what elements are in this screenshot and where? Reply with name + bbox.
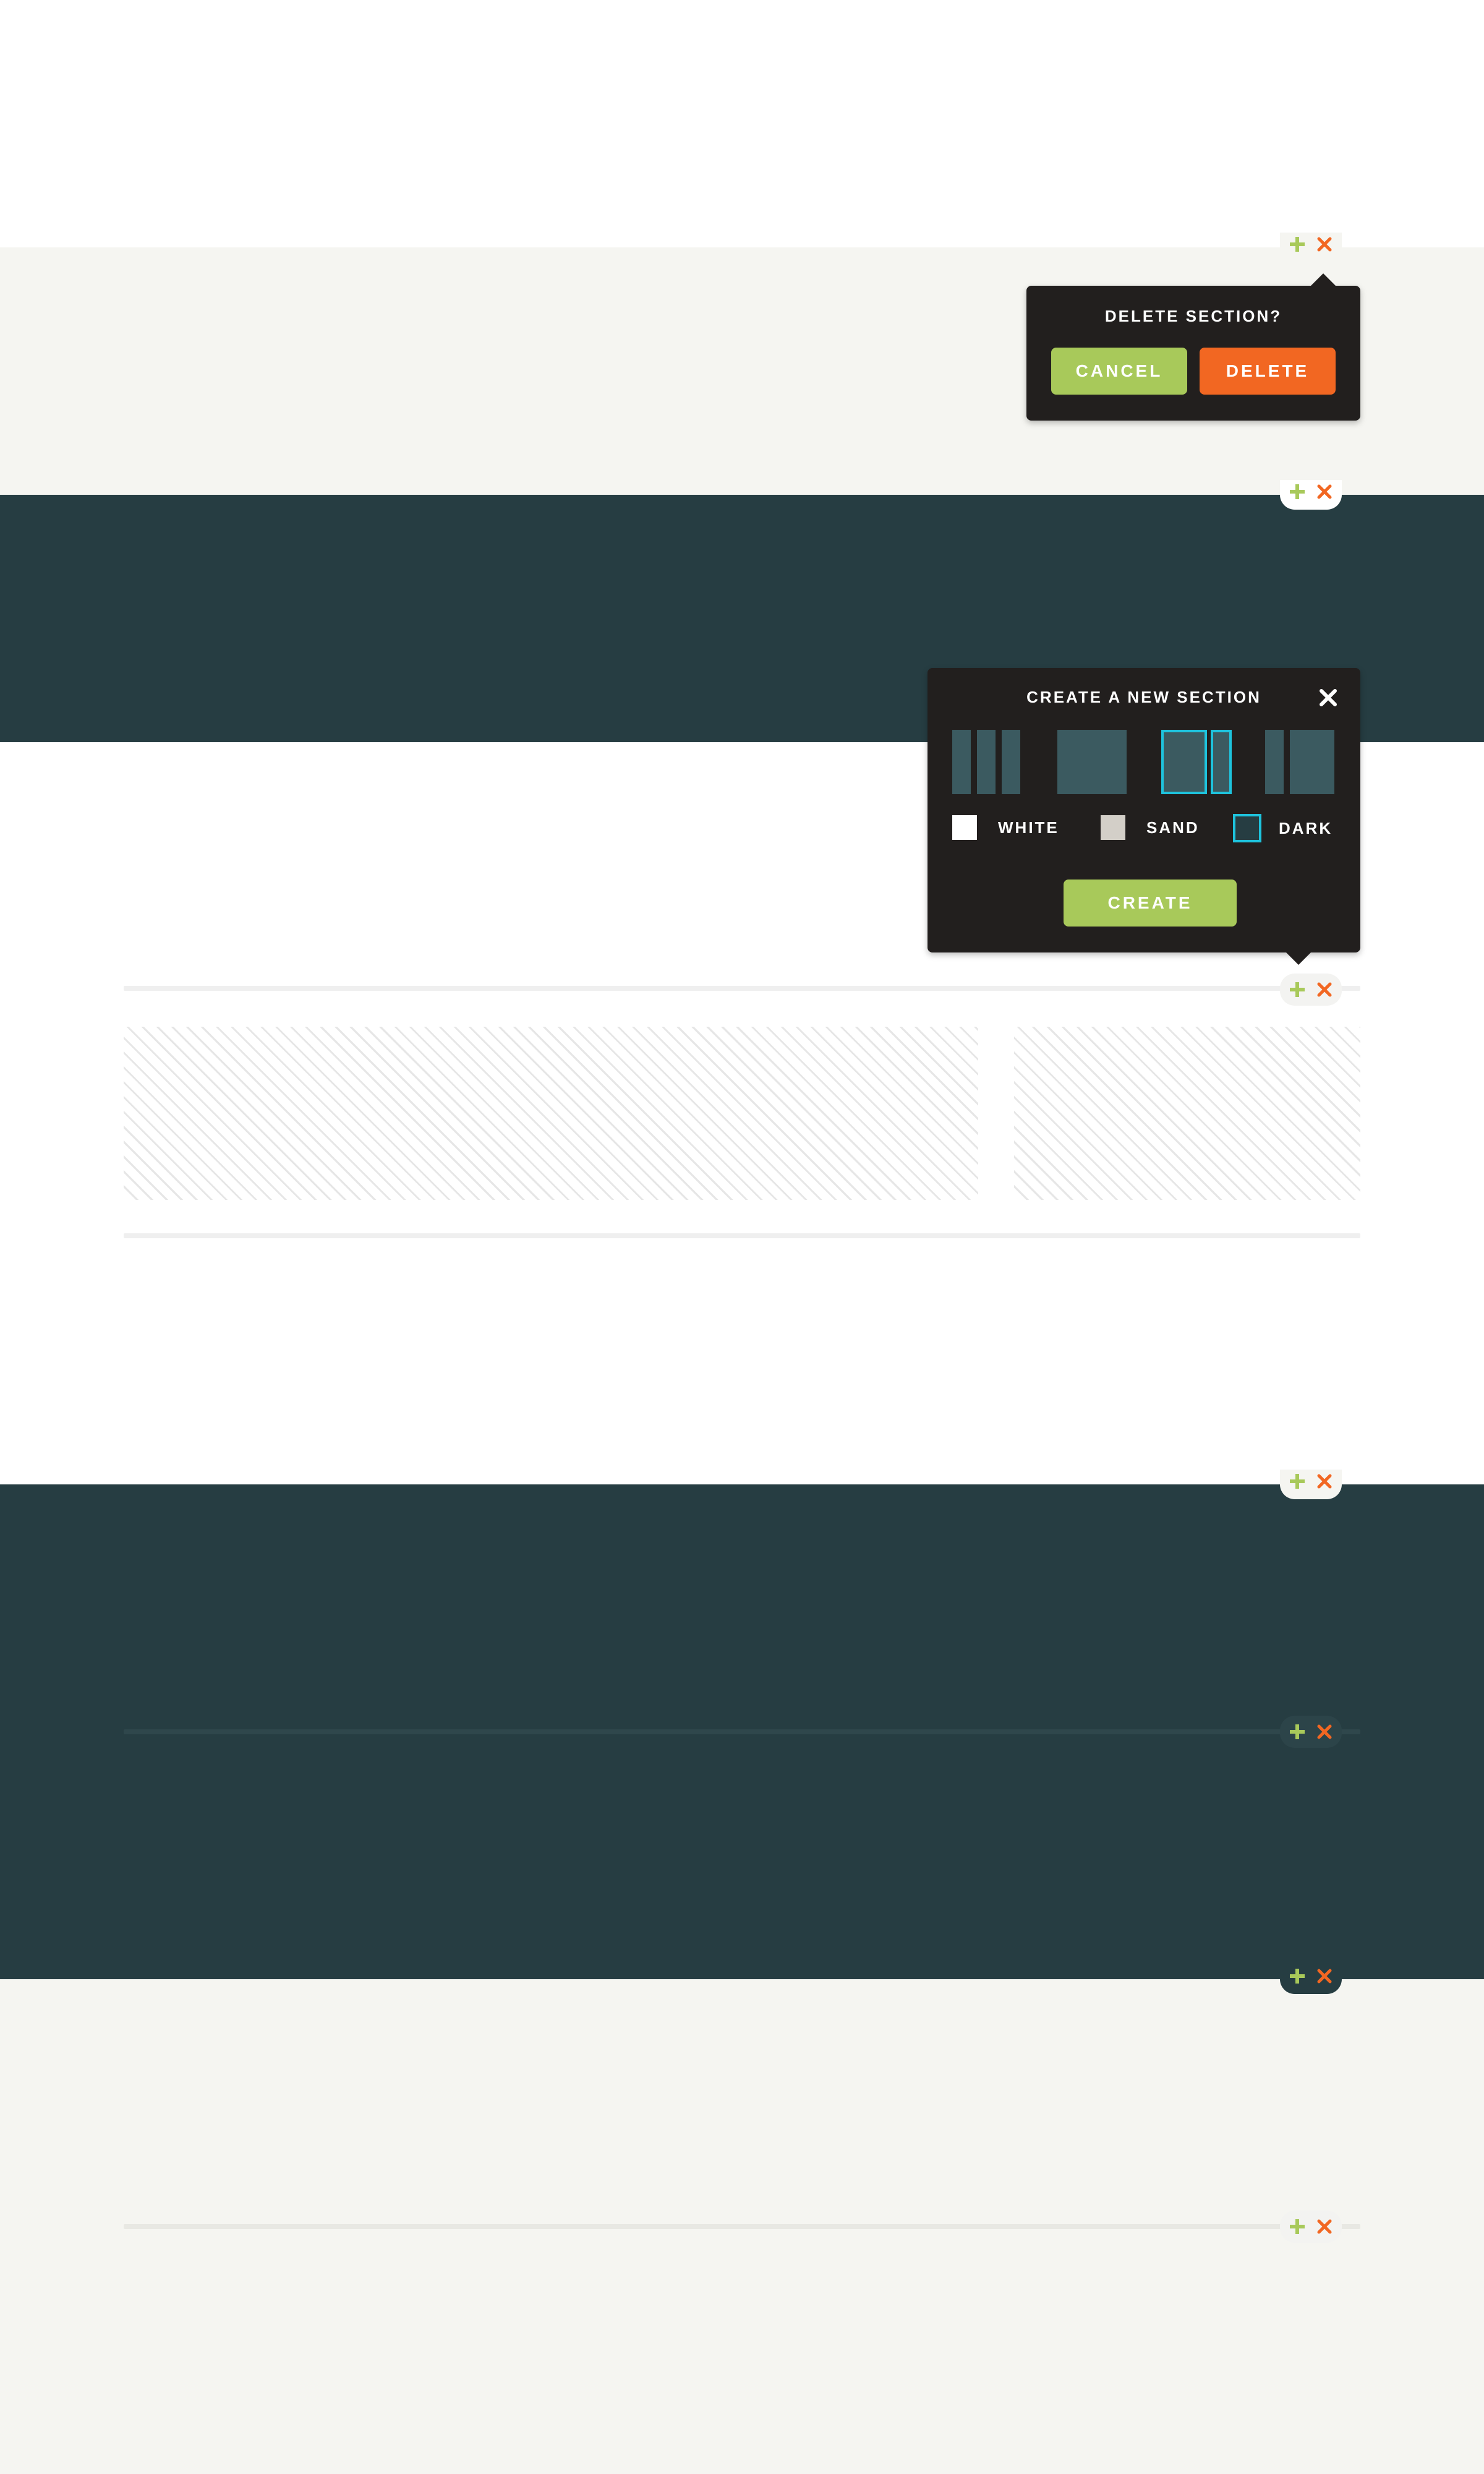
create-section-popover: CREATE A NEW SECTION WHITE SAND DARK CRE…: [927, 668, 1360, 965]
plus-icon[interactable]: [1288, 1472, 1307, 1491]
swatch-white: [952, 815, 977, 840]
x-icon[interactable]: [1315, 482, 1334, 501]
layout-column: [1290, 730, 1334, 794]
layout-column: [952, 730, 971, 794]
cancel-button[interactable]: CANCEL: [1051, 348, 1187, 395]
plus-icon[interactable]: [1288, 235, 1307, 254]
swatch-sand: [1101, 815, 1125, 840]
x-icon[interactable]: [1315, 1967, 1334, 1985]
layout-column: [1211, 730, 1232, 794]
x-icon[interactable]: [1315, 235, 1334, 254]
x-icon[interactable]: [1315, 2217, 1334, 2236]
create-section-title: CREATE A NEW SECTION: [1026, 688, 1261, 706]
plus-icon[interactable]: [1288, 980, 1307, 999]
divider-line: [124, 986, 1360, 991]
color-label-white: WHITE: [998, 818, 1059, 837]
color-option-white[interactable]: WHITE: [952, 815, 1059, 840]
plus-icon[interactable]: [1288, 2217, 1307, 2236]
swatch-dark: [1233, 814, 1261, 842]
delete-section-title: DELETE SECTION?: [1104, 307, 1282, 325]
popover-arrow: [1286, 952, 1311, 965]
row-handle: [1280, 2211, 1342, 2243]
x-icon[interactable]: [1315, 1723, 1334, 1741]
column-placeholder-narrow: [1014, 1027, 1360, 1200]
column-placeholder-wide: [124, 1027, 978, 1200]
row-handle: [1280, 1716, 1342, 1748]
color-label-sand: SAND: [1146, 818, 1200, 837]
layout-column: [1002, 730, 1020, 794]
section-handle: [1280, 480, 1342, 510]
layout-column: [1265, 730, 1284, 794]
close-icon[interactable]: [1318, 688, 1338, 708]
divider-line: [124, 1729, 1360, 1734]
color-option-sand[interactable]: SAND: [1101, 815, 1200, 840]
create-button[interactable]: CREATE: [1064, 880, 1237, 927]
section-handle: [1280, 233, 1342, 262]
delete-button[interactable]: DELETE: [1200, 348, 1336, 395]
section-handle: [1280, 1470, 1342, 1499]
layout-three-column[interactable]: [952, 730, 1021, 794]
plus-icon[interactable]: [1288, 1723, 1307, 1741]
layout-column: [1161, 730, 1207, 794]
plus-icon[interactable]: [1288, 482, 1307, 501]
layout-column: [977, 730, 996, 794]
plus-icon[interactable]: [1288, 1967, 1307, 1985]
popover-arrow: [1311, 273, 1336, 286]
x-icon[interactable]: [1315, 980, 1334, 999]
layout-single-column[interactable]: [1057, 730, 1127, 794]
section-white-top: [0, 0, 1484, 247]
color-label-dark: DARK: [1279, 818, 1333, 837]
divider-line: [124, 2224, 1360, 2229]
x-icon[interactable]: [1315, 1472, 1334, 1491]
color-option-dark[interactable]: DARK: [1233, 814, 1333, 842]
section-handle: [1280, 1964, 1342, 1994]
layout-two-thirds-one-third[interactable]: [1161, 730, 1232, 794]
layout-column: [1057, 730, 1127, 794]
delete-section-popover: DELETE SECTION? CANCEL DELETE: [1026, 273, 1360, 421]
divider-line: [124, 1233, 1360, 1238]
row-handle: [1280, 974, 1342, 1006]
layout-one-third-two-thirds[interactable]: [1265, 730, 1334, 794]
